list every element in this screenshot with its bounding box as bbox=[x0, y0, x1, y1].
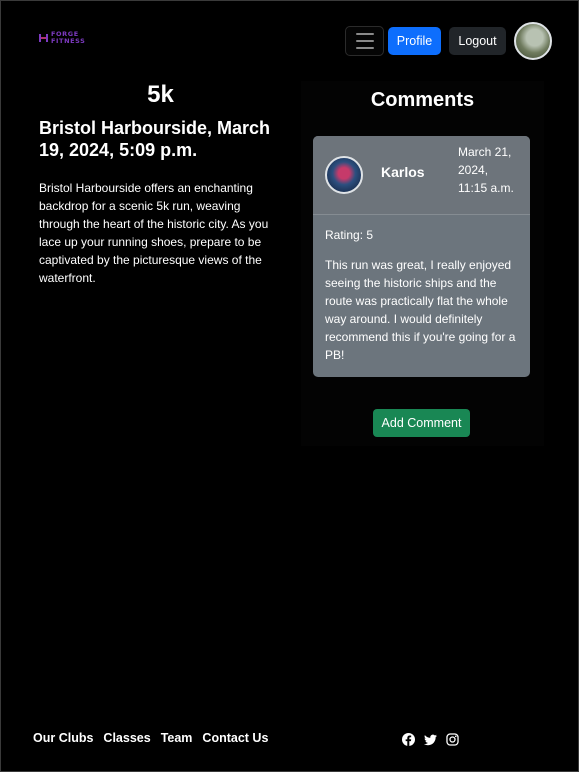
brand-text: FORGE FITNESS bbox=[51, 31, 85, 45]
comment-card: Karlos March 21, 2024, 11:15 a.m. Rating… bbox=[313, 136, 530, 377]
hamburger-icon[interactable] bbox=[345, 26, 384, 56]
dumbbell-icon bbox=[39, 31, 48, 45]
comments-section: Comments Karlos March 21, 2024, 11:15 a.… bbox=[301, 81, 544, 446]
navbar: FORGE FITNESS Profile Logout bbox=[1, 1, 578, 81]
comment-body: Rating: 5 This run was great, I really e… bbox=[325, 226, 521, 364]
footer: Our Clubs Classes Team Contact Us bbox=[1, 721, 578, 757]
add-comment-button[interactable]: Add Comment bbox=[373, 409, 470, 437]
comment-text: This run was great, I really enjoyed see… bbox=[325, 258, 516, 362]
comment-rating: Rating: 5 bbox=[325, 228, 374, 242]
footer-links: Our Clubs Classes Team Contact Us bbox=[33, 731, 268, 745]
comment-date: March 21, 2024, 11:15 a.m. bbox=[458, 145, 514, 195]
user-avatar[interactable] bbox=[514, 22, 552, 60]
footer-link-classes[interactable]: Classes bbox=[103, 731, 150, 745]
brand-line-2: FITNESS bbox=[51, 37, 86, 45]
instagram-icon[interactable] bbox=[446, 731, 459, 746]
event-description: Bristol Harbourside offers an enchanting… bbox=[39, 181, 269, 285]
avatar bbox=[325, 156, 363, 194]
comments-heading: Comments bbox=[370, 89, 475, 111]
twitter-icon[interactable] bbox=[424, 731, 437, 746]
footer-link-contact-us[interactable]: Contact Us bbox=[202, 731, 268, 745]
profile-button[interactable]: Profile bbox=[388, 27, 441, 55]
logout-button[interactable]: Logout bbox=[449, 27, 506, 55]
social-links bbox=[402, 731, 459, 746]
event-subtitle: Bristol Harbourside, March 19, 2024, 5:0… bbox=[39, 118, 271, 160]
event-title: 5k bbox=[147, 81, 174, 108]
nav-actions: Profile Logout bbox=[345, 22, 552, 60]
brand-logo[interactable]: FORGE FITNESS bbox=[39, 31, 85, 45]
footer-link-team[interactable]: Team bbox=[161, 731, 193, 745]
facebook-icon[interactable] bbox=[402, 731, 415, 746]
comment-header: Karlos March 21, 2024, 11:15 a.m. bbox=[313, 136, 530, 215]
comment-author: Karlos bbox=[381, 164, 425, 180]
footer-link-our-clubs[interactable]: Our Clubs bbox=[33, 731, 93, 745]
